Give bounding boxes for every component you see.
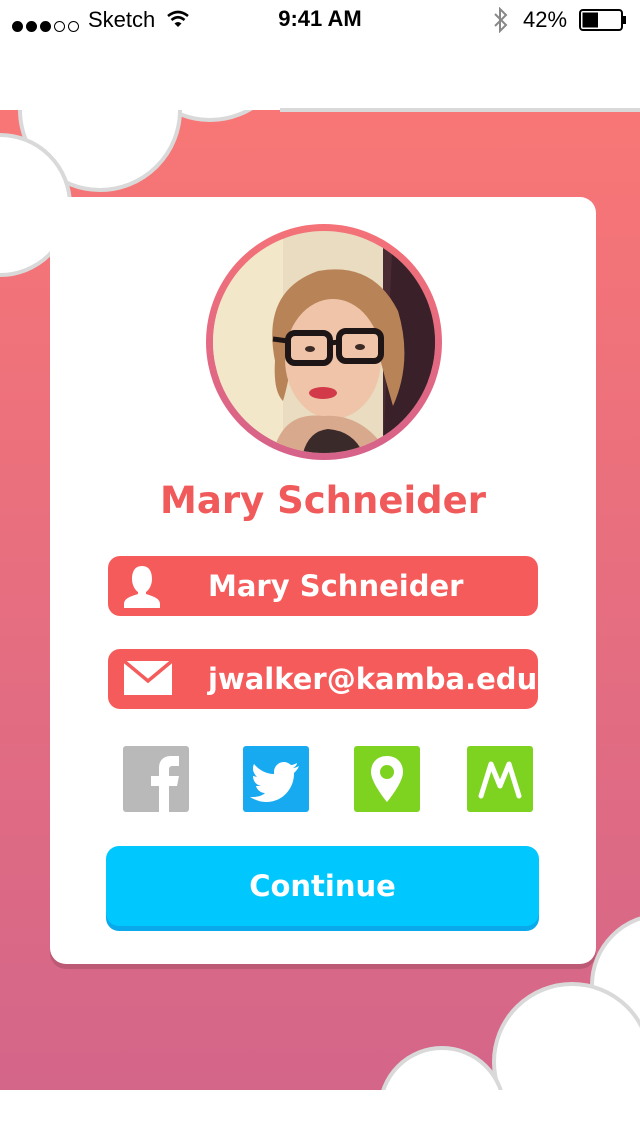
avatar	[206, 224, 442, 460]
user-icon	[124, 566, 160, 608]
twitter-button[interactable]	[243, 746, 309, 812]
avatar-photo	[213, 231, 435, 453]
twitter-icon	[250, 762, 299, 802]
name-field[interactable]: Mary Schneider	[108, 556, 538, 616]
m-logo-icon	[478, 761, 522, 799]
name-field-value: Mary Schneider	[208, 569, 464, 603]
mail-icon	[122, 659, 174, 695]
location-pin-icon	[371, 756, 403, 802]
m-button[interactable]	[467, 746, 533, 812]
facebook-icon	[151, 756, 179, 812]
profile-card: Mary Schneider Mary Schneider jwalker@ka…	[50, 197, 596, 964]
bluetooth-icon	[494, 7, 508, 33]
status-bar: Sketch 9:41 AM 42%	[0, 0, 640, 40]
email-field-value: jwalker@kamba.edu	[208, 662, 538, 696]
battery-icon	[579, 9, 626, 31]
profile-name: Mary Schneider	[160, 479, 486, 522]
email-field[interactable]: jwalker@kamba.edu	[108, 649, 538, 709]
profile-screen: Sketch 9:41 AM 42% Mary Schneider Mary S…	[0, 0, 640, 1136]
continue-button[interactable]: Continue	[106, 846, 539, 926]
facebook-button[interactable]	[123, 746, 189, 812]
battery-percentage: 42%	[523, 7, 568, 32]
location-button[interactable]	[354, 746, 420, 812]
